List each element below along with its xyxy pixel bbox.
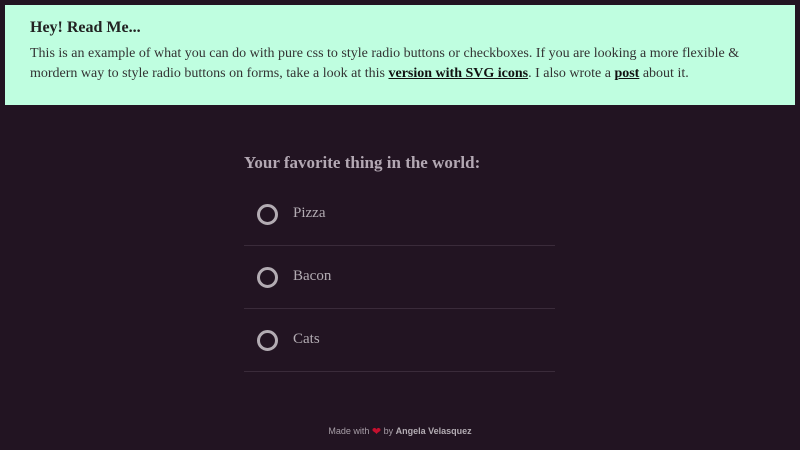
radio-option-cats[interactable]: Cats	[244, 309, 555, 372]
radio-circle-icon[interactable]	[257, 204, 278, 225]
radio-circle-icon[interactable]	[257, 330, 278, 351]
readme-notice: Hey! Read Me... This is an example of wh…	[5, 5, 795, 105]
radio-label[interactable]: Pizza	[293, 203, 325, 223]
radio-option-bacon[interactable]: Bacon	[244, 246, 555, 309]
notice-text-part-2: . I also wrote a	[528, 66, 615, 81]
form-title: Your favorite thing in the world:	[244, 153, 481, 172]
notice-text: This is an example of what you can do wi…	[30, 44, 770, 84]
footer: Made with ❤ by Angela Velasquez	[0, 424, 800, 439]
notice-title: Hey! Read Me...	[30, 19, 141, 36]
footer-made-with: Made with	[328, 426, 370, 436]
radio-label[interactable]: Bacon	[293, 266, 331, 286]
footer-by: by	[383, 426, 394, 436]
radio-option-pizza[interactable]: Pizza	[244, 183, 555, 246]
notice-text-part-3: about it.	[639, 66, 689, 81]
radio-circle-icon[interactable]	[257, 267, 278, 288]
svg-version-link[interactable]: version with SVG icons	[389, 66, 529, 81]
heart-icon: ❤	[371, 426, 382, 438]
footer-author[interactable]: Angela Velasquez	[396, 426, 472, 436]
radio-label[interactable]: Cats	[293, 329, 320, 349]
post-link[interactable]: post	[614, 66, 639, 81]
